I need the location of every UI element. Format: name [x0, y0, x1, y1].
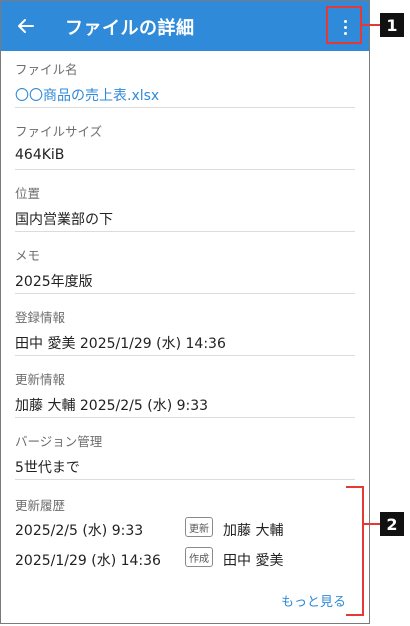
file-name-link[interactable]: 〇〇商品の売上表.xlsx — [15, 85, 159, 105]
page-title: ファイルの詳細 — [65, 18, 195, 39]
field-memo: メモ 2025年度版 — [15, 245, 355, 294]
field-value: 5世代まで — [15, 460, 80, 476]
screen: ファイルの詳細 ファイル名 〇〇商品の売上表.xlsx ファイルサイズ 464K… — [0, 0, 370, 624]
history-tag: 更新 — [185, 517, 213, 537]
callout-2-badge: 2 — [380, 512, 404, 536]
callout-2-line — [364, 523, 380, 525]
history-row: 2025/2/5 (水) 9:33 更新 加藤 大輔 — [15, 517, 355, 541]
arrow-left-icon — [18, 19, 34, 33]
field-label: ファイル名 — [15, 62, 78, 77]
field-label: バージョン管理 — [15, 434, 103, 449]
callout-1-line — [362, 24, 380, 26]
callout-1-box — [326, 6, 362, 44]
field-file-name: ファイル名 〇〇商品の売上表.xlsx — [15, 59, 355, 108]
history-label: 更新履歴 — [15, 498, 66, 513]
history-user: 加藤 大輔 — [223, 523, 284, 539]
history-user: 田中 愛美 — [223, 553, 284, 569]
field-value: 田中 愛美 2025/1/29 (水) 14:36 — [15, 336, 226, 352]
field-value: 464KiB — [15, 147, 65, 163]
field-location: 位置 国内営業部の下 — [15, 183, 355, 232]
field-label: 更新情報 — [15, 372, 66, 387]
history-date: 2025/1/29 (水) 14:36 — [15, 553, 161, 569]
field-file-size: ファイルサイズ 464KiB — [15, 121, 355, 170]
callout-1-badge: 1 — [380, 13, 404, 37]
history-tag: 作成 — [185, 547, 213, 567]
back-button[interactable] — [11, 11, 41, 41]
field-label: ファイルサイズ — [15, 124, 103, 139]
field-label: メモ — [15, 248, 41, 263]
field-label: 登録情報 — [15, 310, 66, 325]
see-more-link[interactable]: もっと見る — [281, 591, 346, 610]
app-bar: ファイルの詳細 — [1, 1, 369, 51]
history-row: 2025/1/29 (水) 14:36 作成 田中 愛美 — [15, 547, 355, 571]
history-date: 2025/2/5 (水) 9:33 — [15, 523, 144, 539]
field-version-control: バージョン管理 5世代まで — [15, 431, 355, 480]
field-updated-info: 更新情報 加藤 大輔 2025/2/5 (水) 9:33 — [15, 369, 355, 418]
field-value: 2025年度版 — [15, 274, 93, 290]
callout-2-bracket — [346, 486, 364, 616]
field-label: 位置 — [15, 186, 41, 201]
field-value: 加藤 大輔 2025/2/5 (水) 9:33 — [15, 398, 209, 414]
field-created-info: 登録情報 田中 愛美 2025/1/29 (水) 14:36 — [15, 307, 355, 356]
field-value: 国内営業部の下 — [15, 212, 113, 228]
